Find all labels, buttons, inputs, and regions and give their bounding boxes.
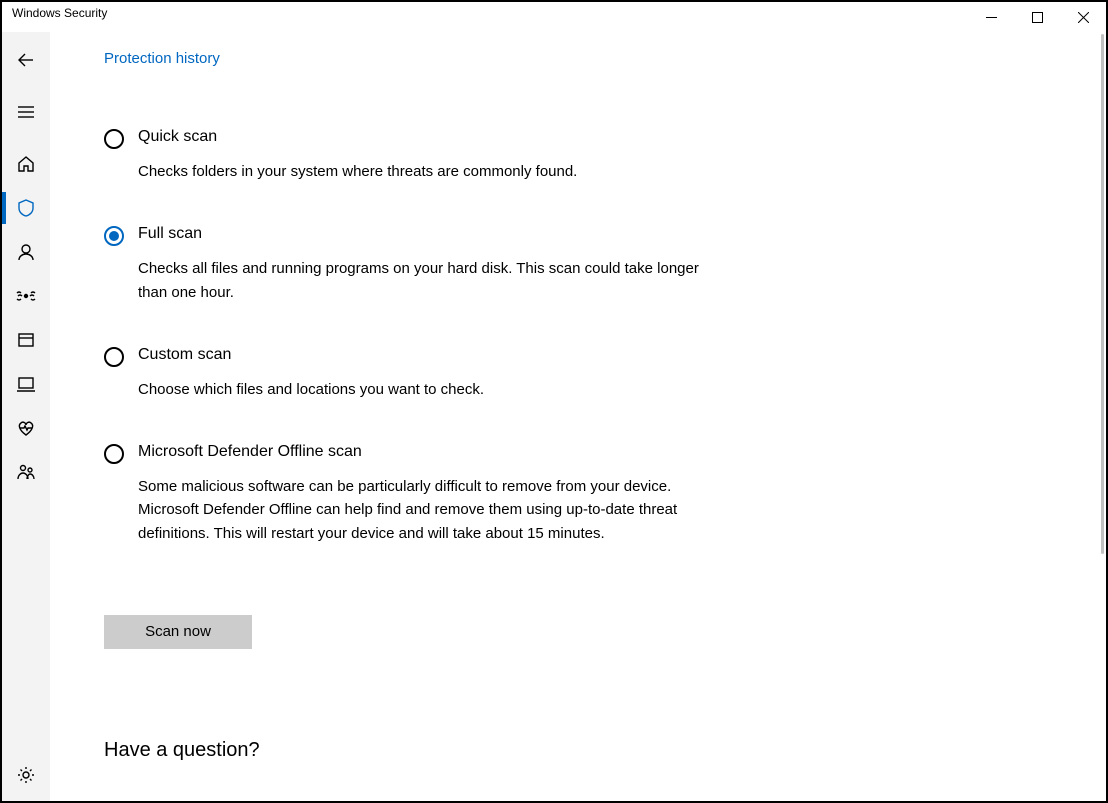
gear-icon: [16, 765, 36, 785]
back-icon: [16, 50, 36, 70]
app-browser-icon: [16, 330, 36, 350]
have-a-question-heading: Have a question?: [104, 739, 744, 762]
option-quick-scan[interactable]: Quick scan Checks folders in your system…: [104, 128, 744, 183]
titlebar: Windows Security: [2, 2, 1106, 32]
nav-family[interactable]: [2, 450, 50, 494]
option-text: Full scan Checks all files and running p…: [138, 225, 744, 304]
shield-icon: [16, 198, 36, 218]
maximize-button[interactable]: [1014, 2, 1060, 32]
radio-offline-scan[interactable]: [104, 444, 124, 464]
radio-quick-scan[interactable]: [104, 129, 124, 149]
minimize-icon: [986, 12, 997, 23]
scan-options: Quick scan Checks folders in your system…: [104, 128, 744, 762]
option-text: Custom scan Choose which files and locat…: [138, 346, 744, 401]
option-desc: Some malicious software can be particula…: [138, 475, 708, 545]
option-custom-scan[interactable]: Custom scan Choose which files and locat…: [104, 346, 744, 401]
family-icon: [16, 462, 36, 482]
option-text: Quick scan Checks folders in your system…: [138, 128, 744, 183]
minimize-button[interactable]: [968, 2, 1014, 32]
nav-menu[interactable]: [2, 90, 50, 134]
body: Protection history Quick scan Checks fol…: [2, 32, 1106, 801]
home-icon: [16, 154, 36, 174]
option-offline-scan[interactable]: Microsoft Defender Offline scan Some mal…: [104, 443, 744, 545]
option-desc: Choose which files and locations you wan…: [138, 378, 708, 401]
close-button[interactable]: [1060, 2, 1106, 32]
nav-settings[interactable]: [2, 753, 50, 797]
vertical-scrollbar[interactable]: [1101, 34, 1104, 554]
option-title: Custom scan: [138, 346, 744, 364]
window-controls: [968, 2, 1106, 32]
heart-icon: [16, 418, 36, 438]
device-icon: [16, 374, 36, 394]
radio-full-scan[interactable]: [104, 226, 124, 246]
nav-app-browser[interactable]: [2, 318, 50, 362]
option-text: Microsoft Defender Offline scan Some mal…: [138, 443, 744, 545]
radio-custom-scan[interactable]: [104, 347, 124, 367]
nav-virus-threat[interactable]: [2, 186, 50, 230]
nav-firewall[interactable]: [2, 274, 50, 318]
nav-device-performance[interactable]: [2, 406, 50, 450]
option-title: Quick scan: [138, 128, 744, 146]
close-icon: [1078, 12, 1089, 23]
scan-now-button[interactable]: Scan now: [104, 615, 252, 649]
menu-icon: [16, 102, 36, 122]
sidebar: [2, 32, 50, 801]
nav-home[interactable]: [2, 142, 50, 186]
nav-device-security[interactable]: [2, 362, 50, 406]
nav-account[interactable]: [2, 230, 50, 274]
option-desc: Checks all files and running programs on…: [138, 257, 708, 304]
option-desc: Checks folders in your system where thre…: [138, 160, 708, 183]
option-title: Full scan: [138, 225, 744, 243]
window-security: Windows Security: [0, 0, 1108, 803]
account-icon: [16, 242, 36, 262]
option-title: Microsoft Defender Offline scan: [138, 443, 744, 461]
main-content: Protection history Quick scan Checks fol…: [50, 32, 1106, 801]
window-title: Windows Security: [2, 2, 968, 20]
protection-history-link[interactable]: Protection history: [104, 32, 220, 67]
firewall-icon: [16, 286, 36, 306]
nav-back[interactable]: [2, 38, 50, 82]
maximize-icon: [1032, 12, 1043, 23]
option-full-scan[interactable]: Full scan Checks all files and running p…: [104, 225, 744, 304]
